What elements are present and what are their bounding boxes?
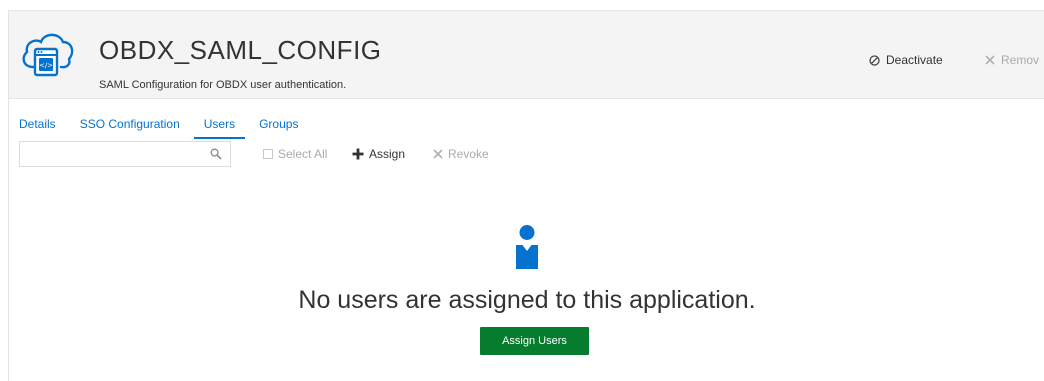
revoke-label: Revoke <box>448 147 489 161</box>
user-icon <box>516 225 538 269</box>
tab-sso-configuration[interactable]: SSO Configuration <box>66 117 190 139</box>
tab-users[interactable]: Users <box>193 117 246 139</box>
plus-icon <box>352 148 364 160</box>
cloud-app-icon: </> <box>22 33 74 77</box>
assign-users-button[interactable]: Assign Users <box>480 327 589 355</box>
search-field <box>19 141 231 167</box>
close-icon <box>985 55 995 65</box>
application-page: </> OBDX_SAML_CONFIG SAML Configuration … <box>8 10 1044 381</box>
empty-state-message: No users are assigned to this applicatio… <box>298 286 756 314</box>
page-description: SAML Configuration for OBDX user authent… <box>99 79 347 91</box>
select-all-label: Select All <box>278 147 328 161</box>
tab-details[interactable]: Details <box>9 117 66 139</box>
block-icon <box>869 54 880 66</box>
search-input[interactable] <box>20 142 200 166</box>
revoke-button[interactable]: Revoke <box>433 147 489 161</box>
remove-label: Remov <box>1001 53 1040 67</box>
svg-text:</>: </> <box>39 62 53 70</box>
assign-label: Assign <box>369 147 406 161</box>
tab-bar: Details SSO Configuration Users Groups <box>9 117 308 139</box>
deactivate-button[interactable]: Deactivate <box>869 53 943 67</box>
select-all-checkbox[interactable]: Select All <box>263 147 327 161</box>
application-header: </> OBDX_SAML_CONFIG SAML Configuration … <box>9 11 1044 99</box>
checkbox-icon <box>263 149 273 159</box>
page-title: OBDX_SAML_CONFIG <box>99 35 382 65</box>
search-icon[interactable] <box>210 148 222 160</box>
tab-groups[interactable]: Groups <box>245 117 308 139</box>
remove-button[interactable]: Remov <box>985 53 1039 67</box>
users-toolbar: Select All Assign Revoke <box>19 141 919 167</box>
close-icon <box>433 149 443 159</box>
assign-button[interactable]: Assign <box>352 147 405 161</box>
deactivate-label: Deactivate <box>886 53 943 67</box>
